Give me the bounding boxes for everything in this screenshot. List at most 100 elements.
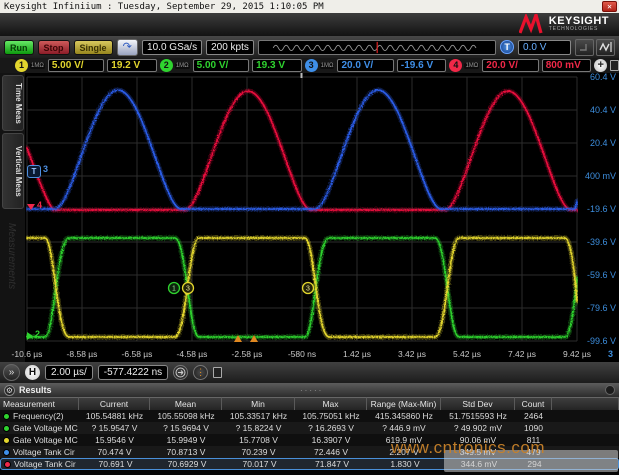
tab-time-meas[interactable]: Time Meas xyxy=(2,75,24,131)
waveform-display[interactable]: 1 3 3 xyxy=(26,73,578,348)
cell-std-dev: 51.7515593 Hz xyxy=(441,411,515,421)
channel-2-icon[interactable]: 2 xyxy=(160,59,173,72)
gate-marker-2: 3 xyxy=(186,286,190,293)
touch-icon[interactable]: ↷ xyxy=(117,39,139,56)
cell-range: ? 446.9 mV xyxy=(367,423,441,433)
trigger-time-marker xyxy=(301,73,303,78)
channel-2-scale-field[interactable]: 5.00 V/ xyxy=(193,59,249,72)
panel-collapse-icon[interactable] xyxy=(605,385,615,395)
single-button[interactable]: Single xyxy=(74,40,113,55)
horizontal-icon[interactable]: H xyxy=(25,365,40,380)
trigger-icon[interactable]: T xyxy=(500,40,514,54)
time-label: 9.42 µs xyxy=(551,349,603,359)
channel-1-icon[interactable]: 1 xyxy=(15,59,28,72)
minimize-panel-icon[interactable] xyxy=(575,39,594,56)
channel-1-scale-field[interactable]: 5.00 V/ xyxy=(48,59,104,72)
tab-vertical-meas[interactable]: Vertical Meas xyxy=(2,133,24,209)
cell-mean: ? 15.9694 V xyxy=(150,423,222,433)
run-button[interactable]: Run xyxy=(4,40,34,55)
cell-min: 15.7708 V xyxy=(222,435,295,445)
add-waveform-button[interactable]: + xyxy=(594,59,607,72)
cell-std-dev: ? 49.902 mV xyxy=(441,423,515,433)
cell-min: 70.017 V xyxy=(223,459,296,469)
voltage-label: -79.6 V xyxy=(578,303,616,313)
cell-min: ? 15.8224 V xyxy=(222,423,295,433)
waveform-canvas: 1 3 3 xyxy=(26,73,578,348)
column-header[interactable]: Std Dev xyxy=(441,397,515,410)
window-title: Keysight Infiniium : Tuesday, September … xyxy=(4,2,324,12)
cell-current: 70.474 V xyxy=(79,447,150,457)
sample-rate-field[interactable]: 10.0 GSa/s xyxy=(142,40,202,55)
table-row[interactable]: Gate Voltage MC ? 15.9547 V ? 15.9694 V … xyxy=(0,422,619,434)
pin-icon[interactable] xyxy=(610,60,619,71)
channel-1-offset-field[interactable]: 19.2 V xyxy=(107,59,157,72)
panel-grip[interactable]: ····· xyxy=(300,386,323,395)
channel-1-impedance: 1MΩ xyxy=(30,63,45,69)
close-icon[interactable]: ✕ xyxy=(602,1,617,12)
gate-marker-1: 1 xyxy=(172,286,176,293)
cell-min: 70.239 V xyxy=(222,447,295,457)
horizontal-position-field[interactable]: -577.4222 ns xyxy=(98,365,168,380)
column-header[interactable]: Current xyxy=(79,397,150,410)
column-header[interactable]: Range (Max-Min) xyxy=(367,397,441,410)
column-header[interactable]: Measurement xyxy=(0,397,79,410)
channel-2-ground-marker[interactable]: 2 xyxy=(35,329,40,339)
cell-max: 16.3907 V xyxy=(295,435,367,445)
memory-depth-field[interactable]: 200 kpts xyxy=(206,40,254,55)
time-label: -4.58 µs xyxy=(166,349,218,359)
column-header xyxy=(552,397,619,410)
cell-count: 2464 xyxy=(515,411,552,421)
stop-button[interactable]: Stop xyxy=(38,40,70,55)
channel-4-ground-icon[interactable] xyxy=(27,204,35,210)
measurement-name: Frequency(2) xyxy=(13,411,64,421)
cell-max: ? 16.2693 V xyxy=(295,423,367,433)
waveform-preview[interactable] xyxy=(258,40,496,55)
channel-4-impedance: 1MΩ xyxy=(464,63,479,69)
keysight-logo: KEYSIGHT TECHNOLOGIES xyxy=(519,14,609,34)
channel-3-ground-marker[interactable]: 3 xyxy=(43,164,48,174)
column-header[interactable]: Min xyxy=(222,397,295,410)
voltage-label: 20.4 V xyxy=(578,138,616,148)
cell-max: 72.446 V xyxy=(295,447,367,457)
trigger-level-field[interactable]: 0.0 V xyxy=(518,40,571,55)
column-header[interactable]: Max xyxy=(295,397,367,410)
cell-range: 1.830 V xyxy=(368,459,442,469)
timebase-field[interactable]: 2.00 µs/ xyxy=(45,365,93,380)
cell-current: 105.54881 kHz xyxy=(79,411,150,421)
time-label: -10.6 µs xyxy=(1,349,53,359)
trigger-level-icon[interactable]: T xyxy=(27,165,41,178)
zoom-mode-icon[interactable]: ⋮ xyxy=(193,365,208,380)
cell-mean: 70.6929 V xyxy=(151,459,223,469)
cell-range: 415.345860 Hz xyxy=(367,411,441,421)
pin-icon[interactable] xyxy=(213,367,222,378)
channel-2-offset-field[interactable]: 19.3 V xyxy=(252,59,302,72)
channel-2-ground-icon[interactable] xyxy=(27,332,33,340)
column-header[interactable]: Count xyxy=(515,397,552,410)
horizontal-bar: » H 2.00 µs/ -577.4222 ns ⋮ xyxy=(0,362,619,383)
measurement-markers: 1 3 3 xyxy=(169,283,314,294)
table-row[interactable]: Frequency(2) 105.54881 kHz 105.55098 kHz… xyxy=(0,410,619,422)
site-watermark: www.cntronics.com xyxy=(391,438,619,458)
channel-4-ground-marker[interactable]: 4 xyxy=(37,200,42,210)
time-label: -8.58 µs xyxy=(56,349,108,359)
measurement-name: Gate Voltage MC xyxy=(13,423,78,433)
channel-4-offset-field[interactable]: 800 mV xyxy=(542,59,592,72)
oscilloscope-screen: Keysight Infiniium : Tuesday, September … xyxy=(0,0,619,475)
channel-4-icon[interactable]: 4 xyxy=(449,59,462,72)
time-label: -2.58 µs xyxy=(221,349,273,359)
cell-max: 71.847 V xyxy=(296,459,368,469)
channel-4-scale-field[interactable]: 20.0 V/ xyxy=(482,59,538,72)
gear-icon[interactable]: ⚙ xyxy=(4,385,15,396)
voltage-label: -39.6 V xyxy=(578,237,616,247)
waveform-settings-icon[interactable] xyxy=(596,39,615,56)
channel-3-offset-field[interactable]: -19.6 V xyxy=(397,59,447,72)
column-header[interactable]: Mean xyxy=(150,397,222,410)
time-label: 1.42 µs xyxy=(331,349,383,359)
channel-3-scale-field[interactable]: 20.0 V/ xyxy=(337,59,393,72)
voltage-label: 60.4 V xyxy=(578,72,616,82)
measurement-color-dot xyxy=(3,437,10,444)
expand-panel-icon[interactable]: » xyxy=(3,364,20,381)
channel-bar: 1 1MΩ 5.00 V/ 19.2 V 2 1MΩ 5.00 V/ 19.3 … xyxy=(0,58,619,73)
horizontal-sync-icon[interactable] xyxy=(173,365,188,380)
channel-3-icon[interactable]: 3 xyxy=(305,59,318,72)
